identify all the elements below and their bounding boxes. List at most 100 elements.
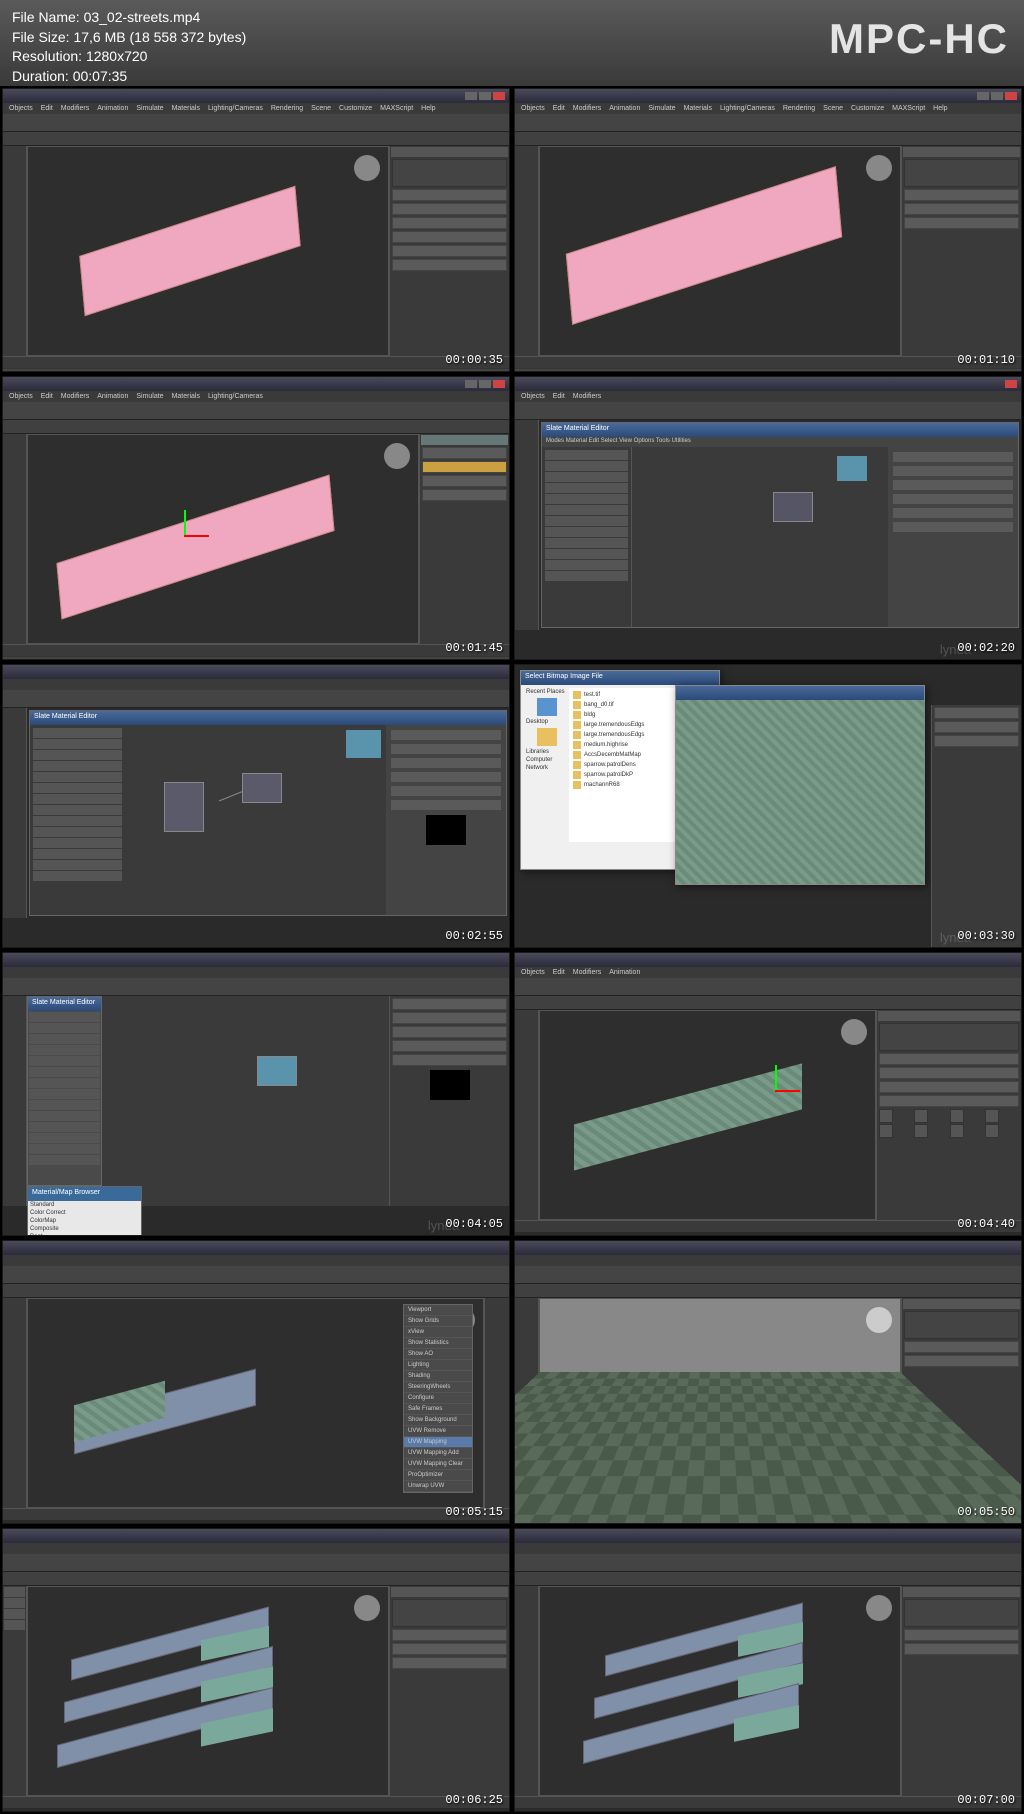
map-list[interactable]: StandardColor CorrectColorMapCompositeDe… [28,1201,141,1236]
viewport[interactable] [27,434,419,644]
menu-bar[interactable] [515,1255,1021,1266]
minimize-icon[interactable] [977,92,989,100]
toolbar-secondary[interactable] [515,996,1021,1010]
menu-bar[interactable]: ObjectsEditModifiersAnimationSimulateMat… [515,103,1021,114]
toolbar-secondary[interactable] [515,132,1021,146]
command-panel[interactable] [901,1586,1021,1796]
context-item[interactable]: Configure [404,1393,472,1404]
left-panel[interactable] [515,1010,539,1220]
left-panel[interactable] [515,146,539,356]
menu-bar[interactable]: ObjectsEditModifiersAnimationSimulateMat… [3,103,509,114]
command-panel[interactable] [931,705,1021,947]
toolbar[interactable] [3,1554,509,1572]
menu-bar[interactable] [3,967,509,978]
context-item[interactable]: Show Background [404,1415,472,1426]
browser-list[interactable] [28,1012,101,1165]
menu-bar[interactable] [515,1543,1021,1554]
left-panel[interactable] [3,996,27,1206]
toolbar-secondary[interactable] [515,1284,1021,1298]
context-item[interactable]: Show AO [404,1349,472,1360]
toolbar[interactable] [515,1554,1021,1572]
panel-tab[interactable] [903,1587,1020,1597]
node-canvas[interactable] [125,725,386,915]
context-item[interactable]: UVW Mapping Add [404,1448,472,1459]
material-params-panel[interactable] [888,447,1018,627]
close-icon[interactable] [1005,380,1017,388]
viewport[interactable] [539,1586,901,1796]
panel-tab[interactable] [903,147,1020,157]
toolbar-secondary[interactable] [3,132,509,146]
context-item[interactable]: Shading [404,1371,472,1382]
viewport[interactable] [539,1298,901,1508]
toolbar[interactable] [515,114,1021,132]
close-icon[interactable] [1005,92,1017,100]
viewport[interactable] [539,1010,876,1220]
node-canvas[interactable] [632,447,888,627]
node-canvas[interactable] [237,1016,327,1186]
toolbar[interactable] [3,402,509,420]
context-item[interactable]: Safe Frames [404,1404,472,1415]
toolbar-secondary[interactable] [3,1572,509,1586]
viewcube-icon[interactable] [354,1595,380,1621]
maximize-icon[interactable] [991,92,1003,100]
command-panel[interactable] [389,1586,509,1796]
viewcube-icon[interactable] [384,443,410,469]
context-item[interactable]: SteeringWheels [404,1382,472,1393]
context-item[interactable]: UVW Remove [404,1426,472,1437]
close-icon[interactable] [493,92,505,100]
panel-tab[interactable] [903,1299,1020,1309]
command-panel[interactable] [419,434,509,644]
menu-bar[interactable] [3,1543,509,1554]
viewcube-icon[interactable] [866,155,892,181]
folder-icon[interactable] [537,728,557,746]
left-panel[interactable] [3,434,27,644]
context-item[interactable]: Show Grids [404,1316,472,1327]
minimize-icon[interactable] [465,92,477,100]
panel-tab[interactable] [421,435,508,445]
minimize-icon[interactable] [465,380,477,388]
command-panel[interactable] [484,1298,509,1508]
toolbar[interactable] [3,978,509,996]
material-node[interactable] [773,492,813,522]
menu-bar[interactable] [3,1255,509,1266]
toolbar-secondary[interactable] [3,420,509,434]
toolbar[interactable] [3,114,509,132]
toolbar-secondary[interactable] [515,1572,1021,1586]
viewcube-icon[interactable] [354,155,380,181]
viewcube-icon[interactable] [841,1019,867,1045]
material-node[interactable] [257,1056,297,1086]
left-panel[interactable] [3,1298,27,1508]
viewcube-icon[interactable] [866,1307,892,1333]
left-panel[interactable] [515,1586,539,1796]
close-icon[interactable] [493,380,505,388]
command-panel[interactable] [901,1298,1021,1508]
context-item[interactable]: Unwrap UVW [404,1481,472,1492]
toolbar[interactable] [3,690,509,708]
viewport[interactable]: Viewport Show Grids xView Show Statistic… [27,1298,484,1508]
context-item[interactable]: xView [404,1327,472,1338]
desktop-icon[interactable] [537,698,557,716]
context-item[interactable]: Show Statistics [404,1338,472,1349]
material-params-panel[interactable] [389,996,509,1206]
viewport[interactable] [27,146,389,356]
context-item[interactable]: Lighting [404,1360,472,1371]
left-panel[interactable] [515,420,539,630]
command-panel[interactable] [901,146,1021,356]
menu-bar[interactable]: ObjectsEditModifiersAnimationSimulateMat… [3,391,509,402]
menu-bar[interactable]: ObjectsEditModifiersAnimation [515,967,1021,978]
left-panel[interactable] [3,708,27,918]
panel-tab[interactable] [391,147,508,157]
material-menu-bar[interactable]: Modes Material Edit Select View Options … [542,437,1018,447]
context-item[interactable]: Viewport [404,1305,472,1316]
viewport[interactable] [539,146,901,356]
left-panel[interactable] [3,1586,27,1796]
toolbar[interactable] [515,402,1021,420]
panel-tab[interactable] [391,1587,508,1597]
context-item[interactable]: ProOptimizer [404,1470,472,1481]
left-panel[interactable] [3,146,27,356]
context-menu[interactable]: Viewport Show Grids xView Show Statistic… [403,1304,473,1493]
toolbar[interactable] [515,1266,1021,1284]
viewcube-icon[interactable] [866,1595,892,1621]
context-item[interactable]: UVW Mapping [404,1437,472,1448]
toolbar-secondary[interactable] [3,1284,509,1298]
